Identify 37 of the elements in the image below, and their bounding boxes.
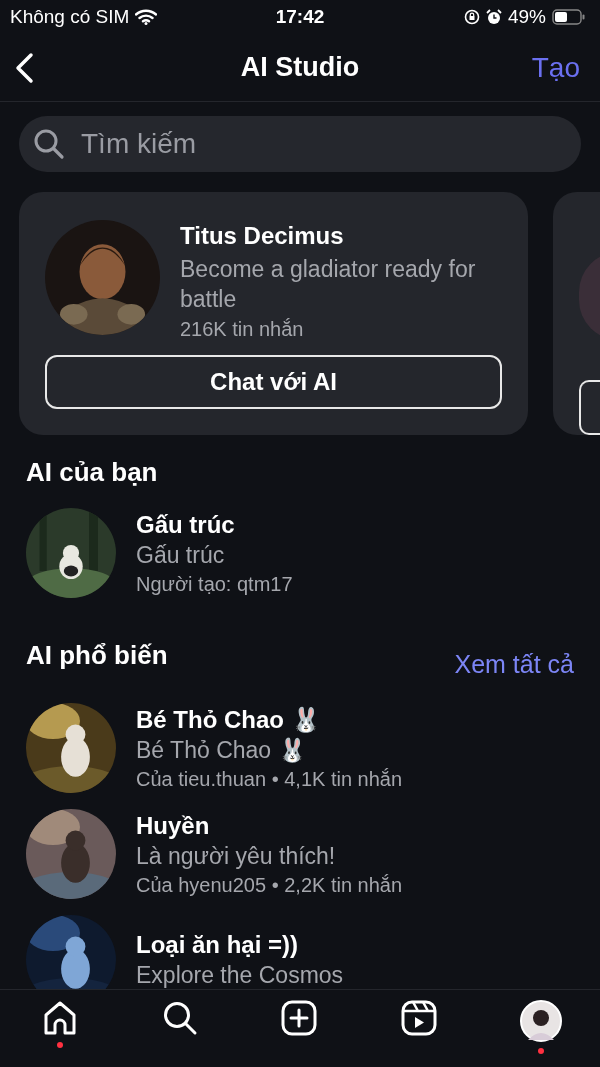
profile-avatar: [520, 1000, 562, 1042]
character-name: Titus Decimus: [180, 222, 345, 250]
section-title: AI phổ biến: [26, 640, 168, 671]
search-icon: [161, 1000, 198, 1036]
search-field[interactable]: Tìm kiếm: [19, 116, 581, 172]
character-description: Become a gladiator ready for battle: [180, 255, 477, 314]
message-count: 216K tin nhắn: [180, 318, 305, 341]
ai-meta: Của hyenu205 • 2,2K tin nhắn: [136, 873, 403, 897]
battery-percent: 49%: [507, 6, 546, 28]
ai-subtitle: Explore the Cosmos: [136, 962, 344, 989]
ai-name: Huyền: [136, 811, 211, 840]
chat-button[interactable]: Chat với AI: [45, 355, 502, 409]
plus-square-icon: [281, 1000, 317, 1036]
create-button[interactable]: Tạo: [531, 51, 580, 84]
ai-name: Gấu trúc: [136, 510, 236, 539]
section-title: AI của bạn: [26, 457, 158, 488]
clock-time: 17:42: [275, 6, 325, 28]
reels-icon: [400, 1000, 437, 1036]
see-all-link[interactable]: Xem tất cả: [454, 650, 574, 679]
page-title: AI Studio: [240, 52, 360, 83]
ai-name: Loại ăn hại =)): [136, 931, 300, 959]
back-button[interactable]: [14, 51, 34, 84]
ai-list-item[interactable]: Huyền Là người yêu thích! Của hyenu205 • 2,2K tin nhắn: [0, 807, 600, 901]
ai-subtitle: Là người yêu thích!: [136, 842, 337, 870]
wifi-icon: [135, 9, 158, 25]
ai-list-item[interactable]: Gấu trúc Gấu trúc Người tạo: qtm17: [0, 506, 600, 600]
ai-meta: Người tạo: qtm17: [136, 572, 293, 596]
ai-subtitle: Bé Thỏ Chao 🐰: [136, 736, 308, 764]
battery-icon: [552, 9, 586, 25]
home-icon: [42, 1000, 78, 1036]
alarm-icon: [485, 9, 502, 25]
rotation-lock-icon: [463, 9, 480, 25]
ai-list-item[interactable]: Bé Thỏ Chao 🐰 Bé Thỏ Chao 🐰 Của tieu.thuan • 4,1K tin nhắn: [0, 701, 600, 795]
ai-name: Bé Thỏ Chao 🐰: [136, 705, 322, 734]
ai-subtitle: Gấu trúc: [136, 541, 226, 569]
carrier-label: Không có SIM: [10, 6, 130, 28]
ai-meta: Của tieu.thuan • 4,1K tin nhắn: [136, 767, 403, 791]
